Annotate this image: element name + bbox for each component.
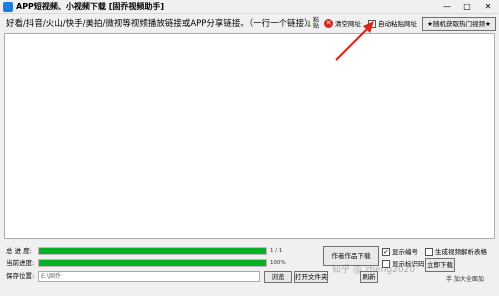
generate-table-check-icon[interactable]	[425, 248, 433, 256]
url-toolbar: 好看/抖音/火山/快手/美拍/微视等视频播放链接或APP分享链接。（一行一个链接…	[0, 15, 499, 33]
minimize-button[interactable]: —	[437, 0, 457, 14]
watermark-text: 知乎 @ zheng2020	[332, 265, 416, 275]
browse-button[interactable]: 浏览	[264, 271, 292, 283]
random-hot-video-button[interactable]: ★随机获取热门视频★	[422, 17, 496, 31]
show-number-checkbox[interactable]: ✓ 显示编号	[382, 247, 422, 257]
save-location-label: 保存位置:	[6, 272, 35, 280]
total-progress-bar	[38, 247, 267, 255]
open-folder-button[interactable]: 打开文件夹	[294, 271, 328, 283]
title-bar: APP短视频、小视频下载 [固乔视频助手] — □ ✕	[0, 0, 499, 14]
paste-button[interactable]: ⇓ 粘贴	[305, 17, 323, 32]
current-progress-value: 100%	[270, 260, 286, 266]
total-progress-value: 1 / 1	[270, 248, 283, 254]
show-number-check-icon[interactable]: ✓	[382, 248, 390, 256]
author-works-download-button[interactable]: 作者作品下载	[323, 246, 379, 266]
generate-table-label: 生成视频解析表格	[435, 248, 487, 256]
annotation-arrow-icon	[335, 21, 374, 61]
current-progress-fill	[39, 260, 266, 266]
window-title: APP短视频、小视频下载 [固乔视频助手]	[16, 2, 165, 11]
url-instruction-label: 好看/抖音/火山/快手/美拍/微视等视频播放链接或APP分享链接。（一行一个链接…	[6, 19, 313, 29]
bottom-panel: 总 进 度: 1 / 1 当前进度: 100% 保存位置: E:\固乔 浏览 打…	[0, 242, 499, 296]
paste-arrow-icon: ⇓	[305, 20, 313, 30]
download-now-button[interactable]: 立即下载	[425, 258, 455, 272]
url-textarea[interactable]	[4, 33, 495, 239]
total-progress-label: 总 进 度:	[6, 247, 32, 255]
paste-label: 粘贴	[313, 17, 320, 30]
show-number-label: 显示编号	[392, 248, 418, 256]
maximize-button[interactable]: □	[457, 0, 477, 14]
current-progress-bar	[38, 259, 267, 267]
save-path-input[interactable]: E:\固乔	[38, 271, 260, 282]
generate-table-checkbox[interactable]: 生成视频解析表格	[425, 247, 497, 257]
app-icon	[3, 2, 13, 12]
current-progress-label: 当前进度:	[6, 259, 35, 267]
auto-paste-label: 自动粘贴网址	[378, 20, 417, 28]
close-button[interactable]: ✕	[477, 0, 499, 14]
total-progress-fill	[39, 248, 266, 254]
corner-text: 手 加大全面加	[446, 276, 484, 283]
